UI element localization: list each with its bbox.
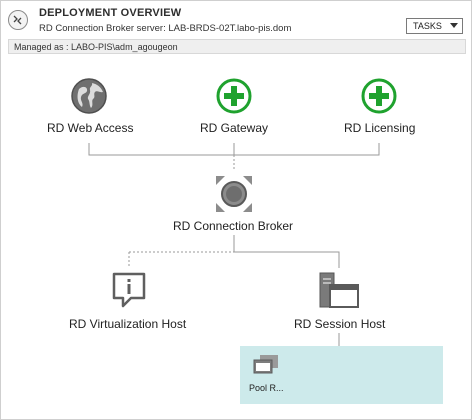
panel-title: DEPLOYMENT OVERVIEW: [39, 7, 182, 19]
collection-icon: [253, 355, 278, 374]
collection-label: Pool R...: [249, 383, 284, 393]
node-label: RD Session Host: [294, 317, 386, 331]
node-label: RD Gateway: [200, 121, 269, 135]
globe-icon: [71, 78, 107, 114]
panel-subtitle: RD Connection Broker server: LAB-BRDS-02…: [39, 23, 292, 34]
collection-pool-item[interactable]: Pool R...: [240, 346, 310, 404]
chevron-down-icon: [450, 23, 458, 28]
tasks-label: TASKS: [413, 21, 442, 31]
plus-circle-icon: [361, 78, 397, 114]
connection-broker-icon: [216, 176, 252, 212]
info-callout-icon: [112, 272, 146, 308]
server-window-icon: [319, 272, 359, 308]
node-label: RD Connection Broker: [173, 219, 294, 233]
panel-header: DEPLOYMENT OVERVIEW RD Connection Broker…: [1, 1, 471, 39]
collapse-toggle-button[interactable]: [8, 10, 28, 30]
node-label: RD Virtualization Host: [69, 317, 187, 331]
node-label: RD Web Access: [47, 121, 134, 135]
managed-as-text: Managed as : LABO-PIS\adm_agougeon: [14, 42, 178, 52]
tasks-dropdown[interactable]: TASKS: [406, 18, 463, 34]
session-collection-area: Pool R...: [240, 346, 443, 404]
chevrons-icon: [13, 15, 22, 25]
managed-as-bar: Managed as : LABO-PIS\adm_agougeon: [8, 39, 466, 54]
node-label: RD Licensing: [344, 121, 416, 135]
plus-circle-icon: [216, 78, 252, 114]
